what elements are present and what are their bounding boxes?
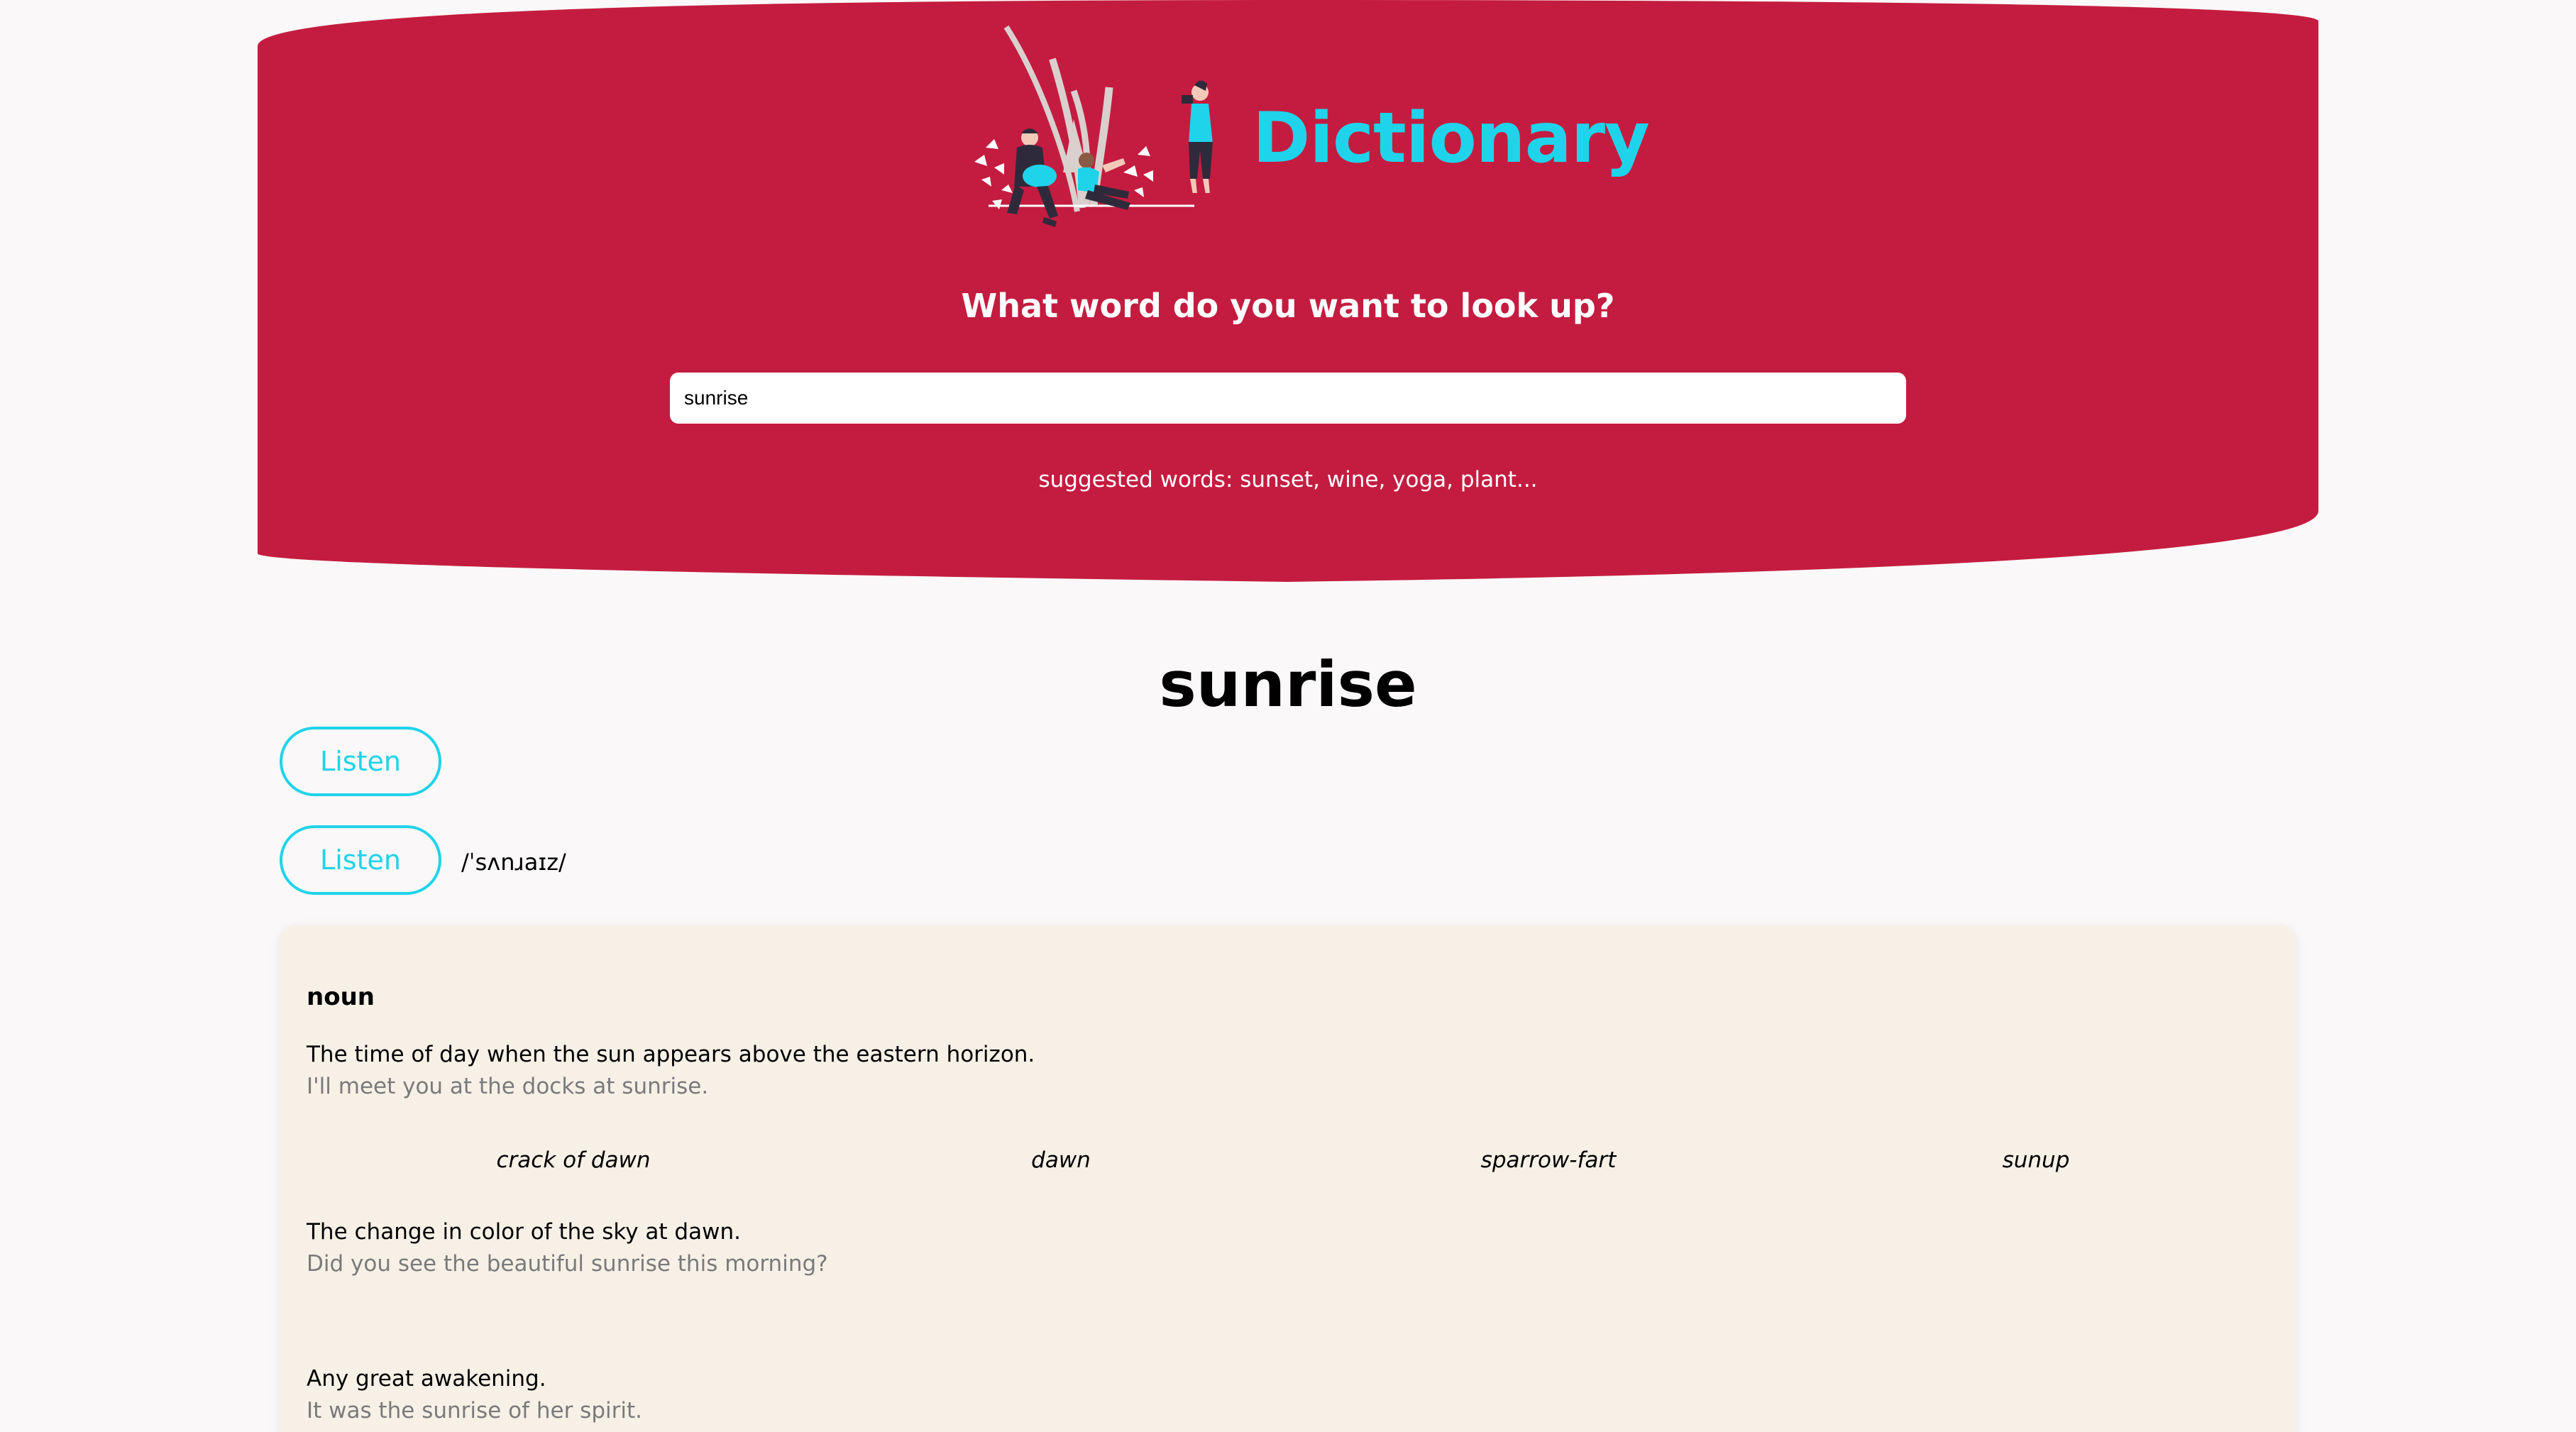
- dictionary-page: Dictionary What word do you want to look…: [0, 0, 2576, 1432]
- synonym-item[interactable]: crack of dawn: [360, 1147, 786, 1173]
- definition-example: It was the sunrise of her spirit.: [307, 1398, 642, 1423]
- word-title: sunrise: [1159, 647, 1417, 721]
- definition-text: Any great awakening.: [307, 1366, 546, 1392]
- listen-button[interactable]: Listen: [280, 825, 441, 895]
- search-prompt: What word do you want to look up?: [961, 287, 1615, 325]
- search-header: Dictionary What word do you want to look…: [258, 0, 2318, 582]
- definition-example: I'll meet you at the docks at sunrise.: [307, 1074, 709, 1099]
- listen-button[interactable]: Listen: [280, 727, 441, 796]
- search-input[interactable]: [670, 373, 1906, 424]
- definition-text: The change in color of the sky at dawn.: [307, 1219, 741, 1245]
- definition-text: The time of day when the sun appears abo…: [307, 1042, 1035, 1067]
- people-outdoors-illustration: [974, 25, 1213, 227]
- synonym-item[interactable]: dawn: [848, 1147, 1274, 1173]
- app-title: Dictionary: [1253, 98, 1650, 179]
- synonyms-list: crack of dawn dawn sparrow-fart sunup: [280, 1147, 2296, 1183]
- part-of-speech: noun: [307, 983, 375, 1011]
- brand: Dictionary: [960, 20, 1670, 268]
- definition-example: Did you see the beautiful sunrise this m…: [307, 1251, 828, 1277]
- synonym-item[interactable]: sparrow-fart: [1336, 1147, 1761, 1173]
- suggested-words: suggested words: sunset, wine, yoga, pla…: [1038, 467, 1538, 492]
- synonym-item[interactable]: sunup: [1823, 1147, 2249, 1173]
- meaning-card: noun The time of day when the sun appear…: [280, 925, 2296, 1432]
- phonetic-text: /ˈsʌnɹaɪz/: [461, 849, 566, 876]
